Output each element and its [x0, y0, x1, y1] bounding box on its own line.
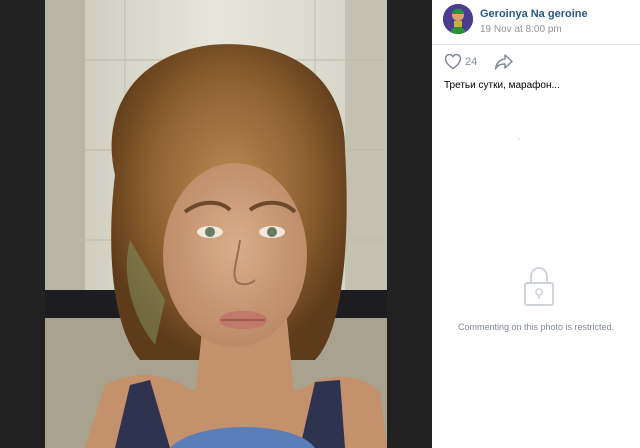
photo-area[interactable]	[0, 0, 432, 448]
like-count: 24	[465, 56, 478, 68]
author-name-link[interactable]: Geroinya Na geroine	[480, 8, 588, 20]
share-button[interactable]	[494, 53, 514, 71]
author-avatar[interactable]	[443, 4, 473, 34]
separator-dot	[518, 138, 520, 140]
post-author: Geroinya Na geroine 19 Nov at 8:00 pm	[443, 4, 633, 44]
heart-icon	[444, 53, 462, 70]
selfie-photo	[45, 0, 387, 448]
photo-viewer: Geroinya Na geroine 19 Nov at 8:00 pm 24…	[0, 0, 640, 448]
share-arrow-icon	[494, 54, 513, 70]
info-panel: Geroinya Na geroine 19 Nov at 8:00 pm 24…	[432, 0, 640, 448]
avatar-image	[443, 4, 473, 34]
post-date-link[interactable]: 19 Nov at 8:00 pm	[480, 24, 562, 35]
lock-icon	[522, 266, 556, 308]
header-divider	[432, 44, 640, 45]
comments-restricted-notice: Commenting on this photo is restricted.	[457, 322, 615, 332]
post-actions: 24	[444, 52, 634, 72]
like-button[interactable]: 24	[444, 52, 488, 72]
photo[interactable]	[45, 0, 387, 448]
post-caption: Третьи сутки, марафон...	[444, 80, 560, 91]
